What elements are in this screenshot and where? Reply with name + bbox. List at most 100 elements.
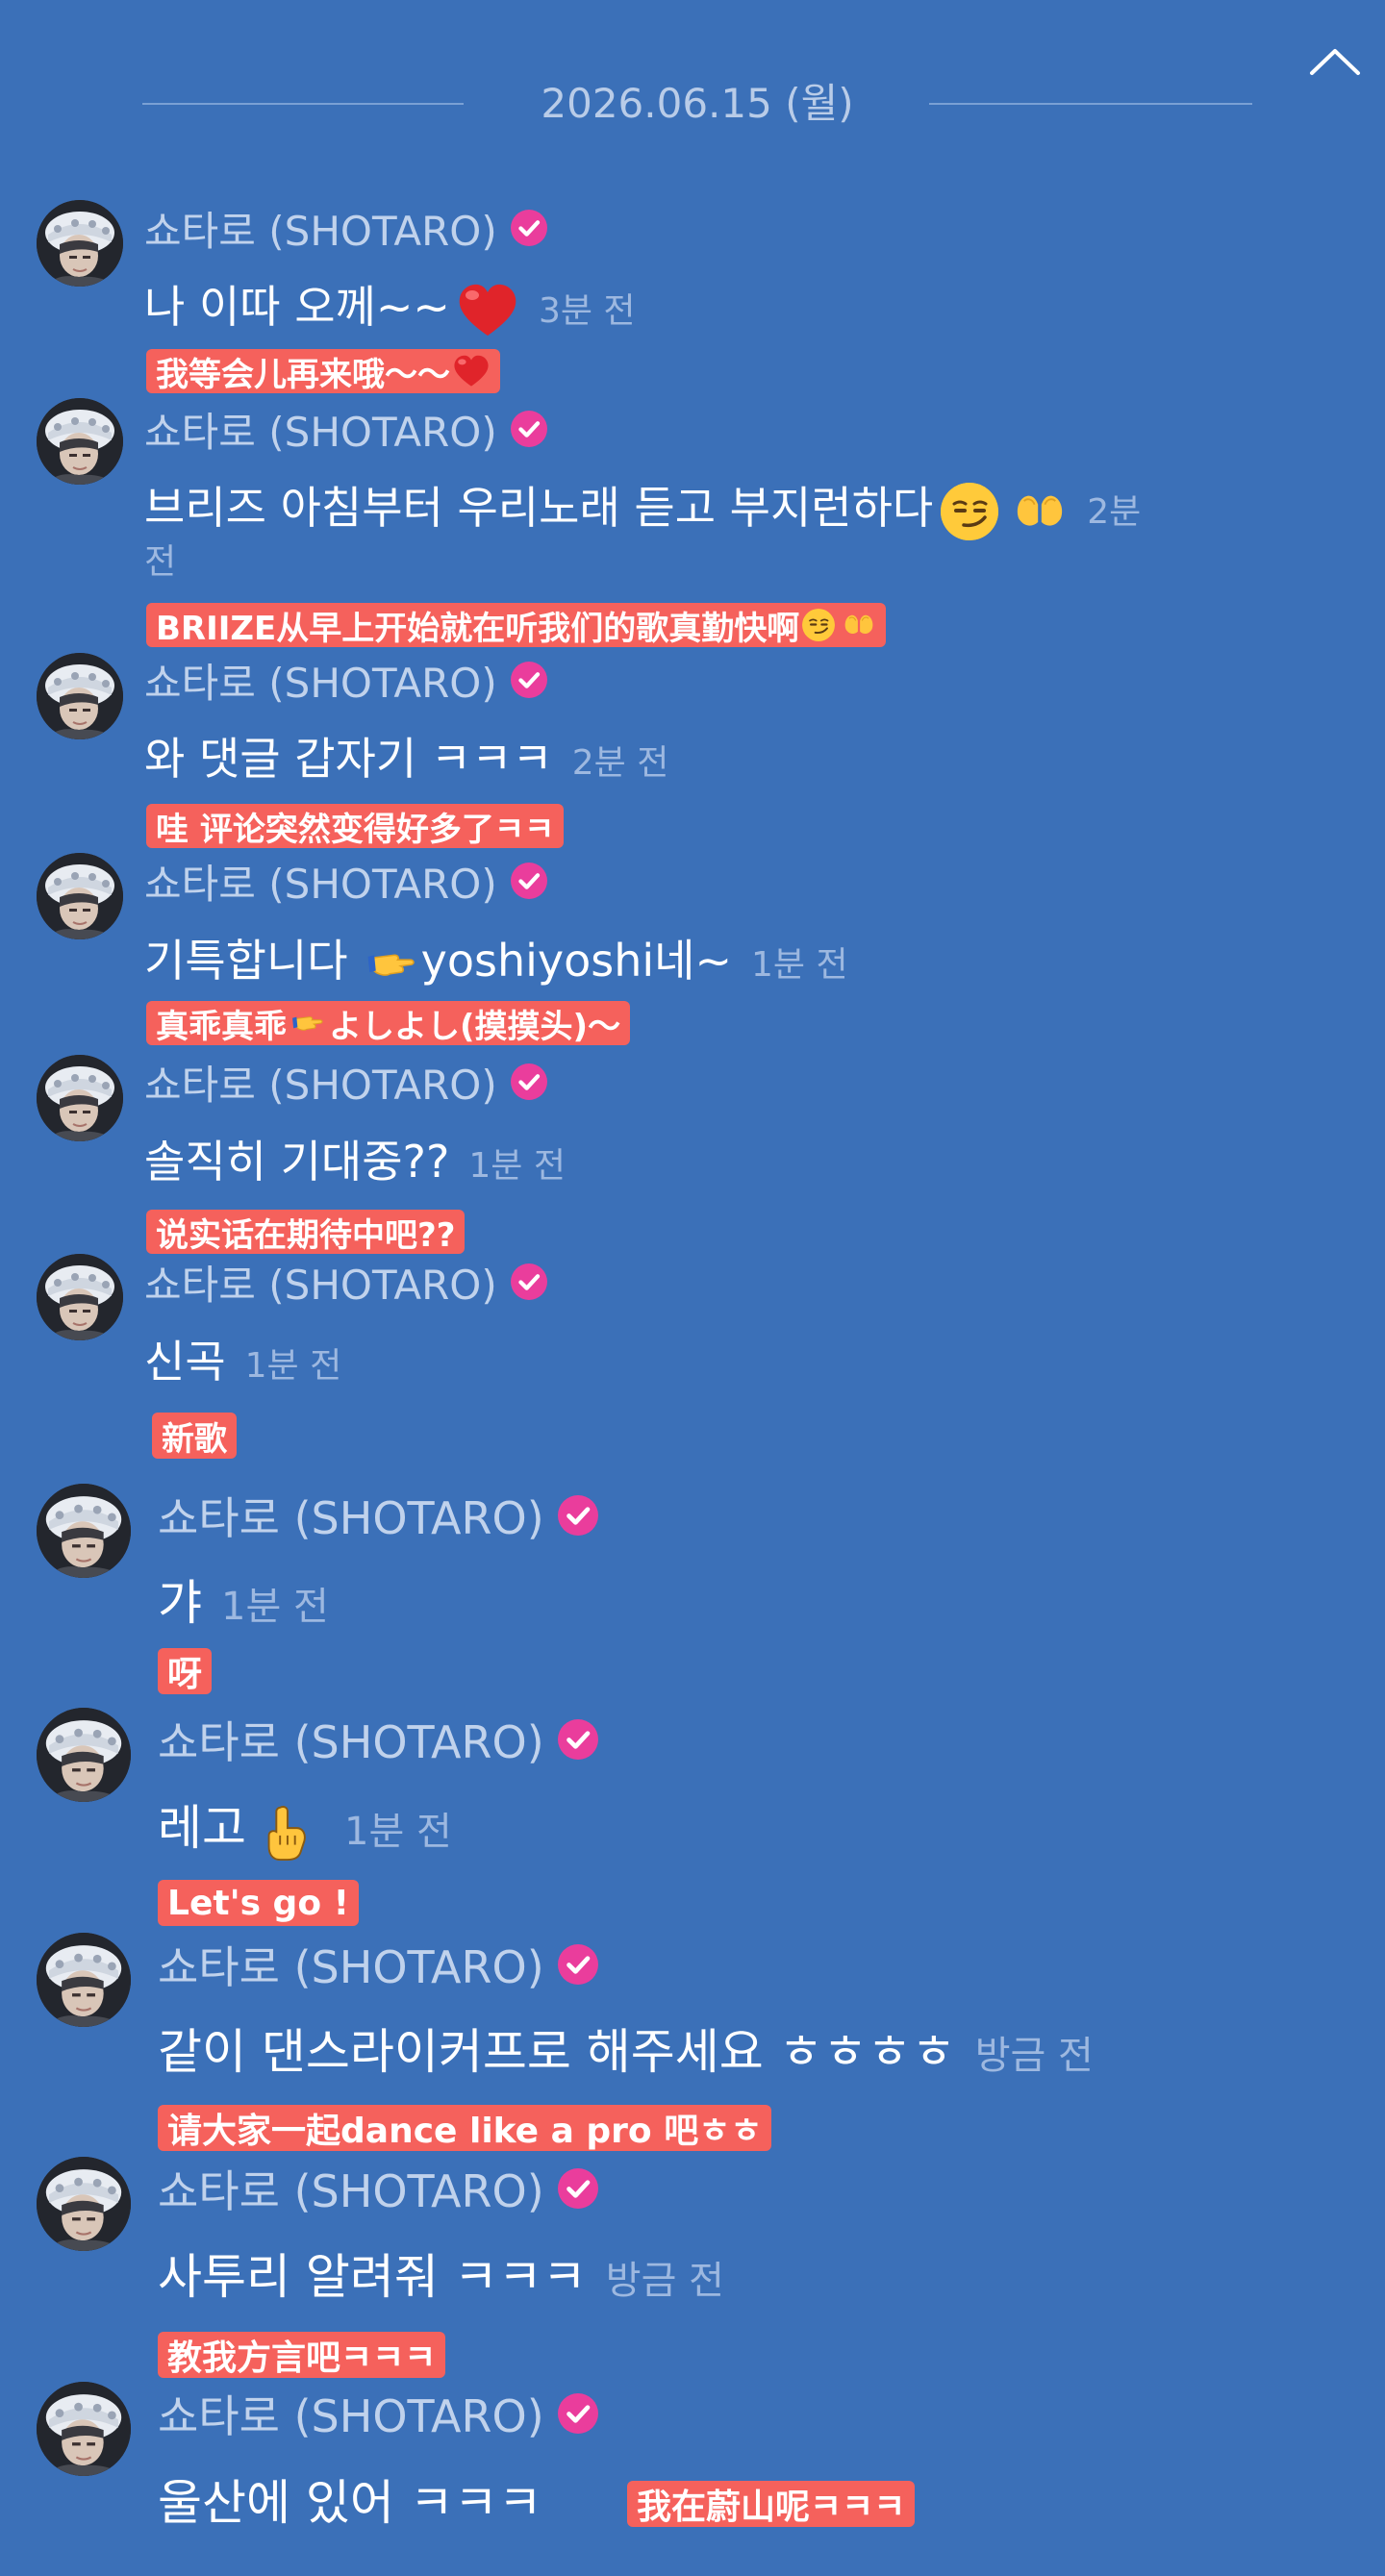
divider-line	[929, 103, 1252, 105]
author-name: 쇼타로 (SHOTARO)	[144, 1261, 497, 1309]
verified-icon	[557, 1495, 598, 1536]
smirking-face-icon	[939, 481, 1000, 542]
author-name: 쇼타로 (SHOTARO)	[158, 1941, 544, 1993]
translation-text: 我在蔚山呢ㅋㅋㅋ	[637, 2488, 906, 2527]
date-separator: 2026.06.15 (월)	[0, 75, 1385, 133]
author-line: 쇼타로 (SHOTARO)	[158, 1485, 598, 1546]
message-body: 와 댓글 갑자기 ㅋㅋㅋ	[144, 733, 553, 785]
message-body: 솔직히 기대중??	[144, 1136, 450, 1188]
verified-icon	[510, 210, 547, 246]
timestamp: 2분	[1087, 492, 1142, 532]
red-heart-icon	[456, 282, 519, 339]
message-body: 갸	[158, 1575, 202, 1631]
index-pointing-up-icon	[256, 1798, 315, 1865]
timestamp: 3분 전	[538, 291, 636, 331]
message-text: 사투리 알려줘 ㅋㅋㅋ 방금 전	[158, 2243, 724, 2311]
timestamp-continuation: 전	[144, 542, 177, 582]
verified-icon	[510, 662, 547, 698]
avatar[interactable]	[37, 1708, 131, 1802]
author-name: 쇼타로 (SHOTARO)	[144, 207, 497, 255]
author-line: 쇼타로 (SHOTARO)	[144, 400, 547, 458]
translation-badge: 真乖真乖 よしよし(摸摸头)～	[146, 1001, 631, 1046]
author-line: 쇼타로 (SHOTARO)	[144, 852, 547, 910]
verified-icon	[557, 2168, 598, 2209]
author-line: 쇼타로 (SHOTARO)	[158, 2158, 598, 2219]
message-text: 기특합니다 yoshiyoshi네~ 1분 전	[144, 930, 848, 991]
translation-badge: 呀	[158, 1648, 213, 1694]
translation-badge: 请大家一起dance like a pro 吧ㅎㅎ	[158, 2105, 772, 2151]
author-name: 쇼타로 (SHOTARO)	[158, 2390, 544, 2442]
message-body: 기특합니다	[144, 935, 348, 987]
translation-text: 请大家一起dance like a pro 吧ㅎㅎ	[167, 2112, 763, 2151]
message-text: 울산에 있어 ㅋㅋㅋ	[158, 2469, 542, 2537]
author-name: 쇼타로 (SHOTARO)	[158, 2165, 544, 2217]
author-name: 쇼타로 (SHOTARO)	[158, 1492, 544, 1544]
message-text: 신곡 1분 전	[144, 1331, 341, 1392]
verified-icon	[557, 1944, 598, 1985]
avatar[interactable]	[37, 1254, 123, 1340]
timestamp: 방금 전	[605, 2259, 724, 2303]
message-text: 같이 댄스라이커프로 해주세요 ㅎㅎㅎㅎ 방금 전	[158, 2018, 1094, 2086]
avatar[interactable]	[37, 398, 123, 485]
author-line: 쇼타로 (SHOTARO)	[144, 1053, 547, 1111]
translation-text: BRIIZE从早上开始就在听我们的歌真勤快啊	[156, 609, 800, 648]
avatar[interactable]	[37, 2157, 131, 2251]
message-text: 나 이따 오께~~ 3분 전	[144, 276, 636, 338]
translation-badge: 我在蔚山呢ㅋㅋㅋ	[627, 2481, 916, 2527]
author-name: 쇼타로 (SHOTARO)	[144, 408, 497, 456]
verified-icon	[510, 863, 547, 899]
author-line: 쇼타로 (SHOTARO)	[158, 1709, 598, 1770]
translation-text: Let's go !	[167, 1883, 349, 1923]
translation-badge: Let's go !	[158, 1880, 359, 1926]
avatar[interactable]	[37, 1484, 131, 1578]
translation-text: 我等会儿再来哦～～	[156, 355, 450, 394]
message-body: 울산에 있어 ㅋㅋㅋ	[158, 2475, 542, 2531]
author-line: 쇼타로 (SHOTARO)	[158, 1934, 598, 1995]
avatar[interactable]	[37, 200, 123, 287]
timestamp: 1분 전	[468, 1146, 566, 1186]
translation-text-cont: よしよし(摸摸头)～	[329, 1007, 621, 1046]
avatar[interactable]	[37, 1933, 131, 2027]
translation-text: 真乖真乖	[156, 1007, 287, 1046]
timestamp: 방금 전	[974, 2034, 1094, 2078]
message-text: 레고 1분 전	[158, 1794, 452, 1862]
avatar[interactable]	[37, 2382, 131, 2476]
avatar[interactable]	[37, 853, 123, 939]
translation-text: 呀	[167, 1655, 203, 1694]
timestamp: 1분 전	[221, 1585, 329, 1629]
message-text: 브리즈 아침부터 우리노래 듣고 부지런하다 2분	[144, 477, 1141, 538]
verified-icon	[557, 1719, 598, 1760]
timestamp: 2분 전	[571, 743, 669, 783]
message-body-cont: yoshiyoshi네~	[420, 935, 733, 987]
red-heart-icon	[452, 354, 491, 388]
author-name: 쇼타로 (SHOTARO)	[158, 1716, 544, 1768]
verified-icon	[510, 1263, 547, 1300]
author-name: 쇼타로 (SHOTARO)	[144, 1061, 497, 1109]
avatar[interactable]	[37, 1055, 123, 1141]
avatar[interactable]	[37, 653, 123, 739]
date-label: 2026.06.15 (월)	[541, 80, 854, 127]
pointing-hand-icon	[289, 1007, 327, 1039]
verified-icon	[510, 1063, 547, 1100]
author-line: 쇼타로 (SHOTARO)	[144, 651, 547, 709]
translation-text: 新歌	[162, 1419, 227, 1459]
timestamp: 1분 전	[751, 945, 848, 985]
message-body: 레고	[158, 1800, 246, 1856]
verified-icon	[510, 411, 547, 447]
translation-text: 说实话在期待中吧??	[156, 1215, 456, 1255]
pointing-hand-icon	[362, 939, 421, 989]
translation-badge: 哇 评论突然变得好多了ㅋㅋ	[146, 804, 565, 849]
author-name: 쇼타로 (SHOTARO)	[144, 860, 497, 908]
timestamp: 1분 전	[244, 1346, 342, 1386]
message-body: 신곡	[144, 1336, 226, 1388]
author-line: 쇼타로 (SHOTARO)	[158, 2383, 598, 2444]
message-text: 솔직히 기대중?? 1분 전	[144, 1131, 566, 1192]
author-name: 쇼타로 (SHOTARO)	[144, 659, 497, 707]
author-line: 쇼타로 (SHOTARO)	[144, 1253, 547, 1311]
message-text: 갸 1분 전	[158, 1569, 329, 1637]
divider-line	[142, 103, 464, 105]
translation-text: 哇 评论突然变得好多了ㅋㅋ	[156, 810, 555, 849]
message-text: 와 댓글 갑자기 ㅋㅋㅋ 2분 전	[144, 728, 668, 789]
translation-badge: 说实话在期待中吧??	[146, 1210, 466, 1255]
translation-badge: BRIIZE从早上开始就在听我们的歌真勤快啊	[146, 603, 887, 648]
